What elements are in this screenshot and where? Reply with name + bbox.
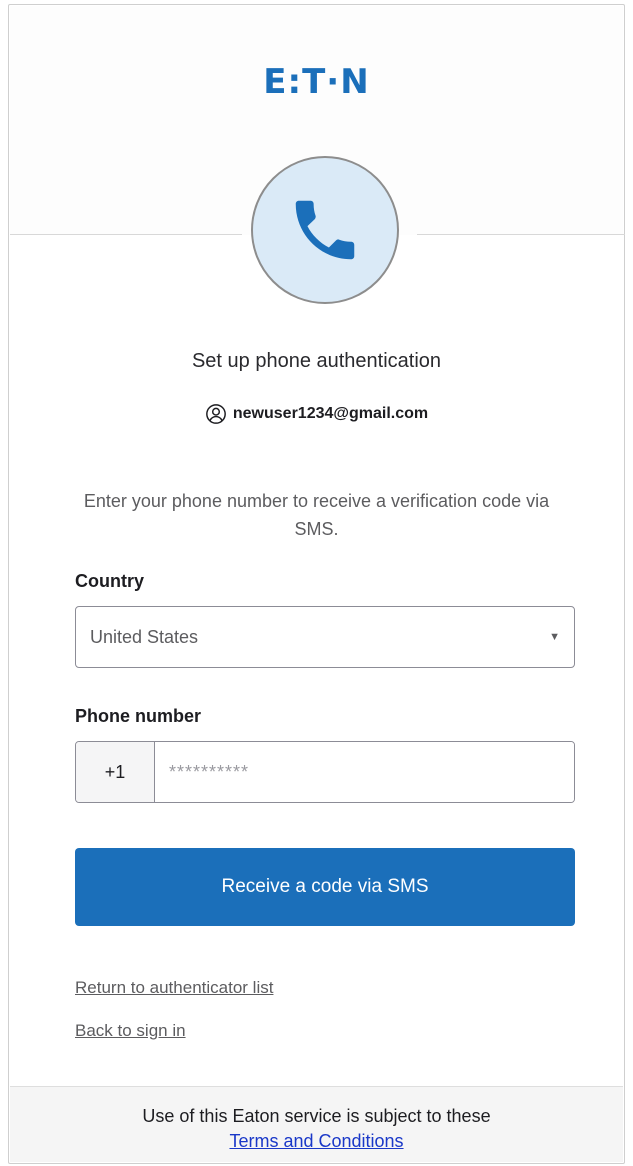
terms-and-conditions-link[interactable]: Terms and Conditions — [10, 1131, 623, 1152]
chevron-down-icon: ▼ — [549, 631, 560, 643]
instructions: Enter your phone number to receive a ver… — [83, 491, 550, 539]
user-email: newuser1234@gmail.com — [232, 405, 429, 422]
country-code-prefix: +1 — [76, 742, 155, 802]
page-title: Set up phone authentication — [191, 350, 442, 372]
user-identity: newuser1234@gmail.com — [9, 403, 624, 425]
country-value: United States — [90, 626, 199, 647]
divider — [10, 234, 242, 235]
back-to-sign-in-link[interactable]: Back to sign in — [75, 1021, 186, 1041]
country-label: Country — [75, 571, 144, 591]
phone-label: Phone number — [75, 706, 202, 726]
footer: Use of this Eaton service is subject to … — [10, 1086, 623, 1162]
phone-icon — [295, 200, 355, 260]
phone-number-input[interactable] — [155, 742, 574, 802]
eaton-logo: E:T·N — [263, 62, 370, 102]
footer-text: Use of this Eaton service is subject to … — [142, 1106, 491, 1126]
auth-card: E:T·N Set up phone authentication newuse… — [8, 4, 625, 1164]
receive-sms-button[interactable]: Receive a code via SMS — [75, 848, 575, 926]
phone-number-field: +1 — [75, 741, 575, 803]
user-circle-icon — [205, 404, 226, 424]
divider — [417, 234, 625, 235]
return-to-authenticator-list-link[interactable]: Return to authenticator list — [75, 978, 273, 998]
phone-badge — [251, 156, 399, 304]
country-select[interactable]: United States ▼ — [75, 606, 575, 668]
